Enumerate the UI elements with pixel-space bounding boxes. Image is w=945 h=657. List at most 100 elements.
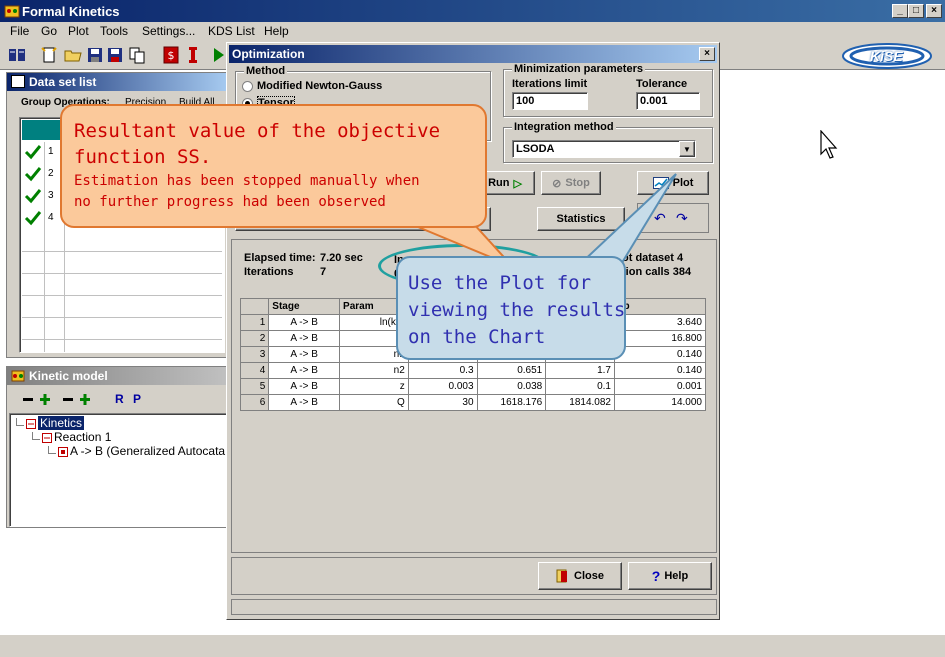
- row-3-number: 3: [48, 190, 54, 201]
- copy-icon[interactable]: [128, 46, 146, 64]
- row-index: 4: [239, 362, 270, 379]
- callout-plot-line1: Use the Plot for: [408, 272, 592, 294]
- svg-text:$: $: [168, 49, 175, 62]
- save-as-icon[interactable]: [106, 46, 124, 64]
- cell-step: 0.140: [613, 346, 707, 363]
- optimization-title-bar: Optimization ×: [229, 45, 717, 63]
- menu-go[interactable]: Go: [41, 24, 57, 38]
- menu-settings[interactable]: Settings...: [142, 24, 195, 38]
- dataset-panel-title: Data set list: [29, 75, 97, 89]
- help-button-label: Help: [664, 570, 689, 582]
- p-button[interactable]: P: [133, 392, 141, 406]
- row-1-check-icon[interactable]: [22, 142, 44, 162]
- cell-step: 0.140: [613, 362, 707, 379]
- iterations-limit-input[interactable]: 100: [512, 92, 588, 110]
- cell-param: Q: [339, 394, 409, 411]
- row-4-check-icon[interactable]: [22, 208, 44, 228]
- row-2-check-icon[interactable]: [22, 164, 44, 184]
- row-3-check-icon[interactable]: [22, 186, 44, 206]
- integration-select[interactable]: LSODA ▼: [512, 140, 696, 158]
- table-row[interactable]: 4 A -> B n2 0.3 0.651 1.7 0.140: [239, 362, 707, 379]
- help-button[interactable]: ? Help: [628, 562, 712, 590]
- run-button-label: Run: [488, 177, 510, 189]
- callout-plot: Use the Plot for viewing the results on …: [396, 256, 626, 360]
- add-icon[interactable]: [37, 393, 53, 405]
- tree-root[interactable]: Kinetics: [38, 416, 85, 430]
- remove-icon[interactable]: [21, 393, 37, 405]
- menu-file[interactable]: File: [10, 24, 29, 38]
- close-dialog-button[interactable]: ×: [699, 47, 715, 61]
- close-app-button[interactable]: ×: [926, 4, 942, 18]
- method-option-newton-label: Modified Newton-Gauss: [257, 80, 383, 92]
- menu-kds-list[interactable]: KDS List: [208, 24, 255, 38]
- method-label: Method: [244, 65, 288, 77]
- kinetic-panel-title: Kinetic model: [29, 369, 108, 383]
- iterations-value: 7: [320, 266, 327, 278]
- cell-stage: A -> B: [268, 314, 341, 331]
- iterations-limit-label: Iterations limit: [512, 78, 588, 90]
- cell-step: 3.640: [613, 314, 707, 331]
- app-icon: [4, 3, 20, 19]
- col-header-stage: Stage: [268, 298, 341, 315]
- method-option-newton[interactable]: Modified Newton-Gauss: [242, 80, 382, 92]
- maximize-button[interactable]: □: [908, 4, 924, 18]
- tree-reaction[interactable]: Reaction 1: [54, 430, 111, 444]
- elapsed-value: 7.20 sec: [320, 252, 363, 264]
- tree-step[interactable]: A -> B (Generalized Autocata: [70, 444, 226, 458]
- cell-stage: A -> B: [268, 362, 341, 379]
- calculator-icon[interactable]: $: [162, 46, 180, 64]
- logo-text: KiSE: [870, 48, 903, 64]
- row-4-number: 4: [48, 212, 54, 223]
- dataset-list-icon[interactable]: [8, 46, 26, 64]
- cell-step: 0.001: [613, 378, 707, 395]
- open-folder-icon[interactable]: [64, 46, 82, 64]
- cell-c5: 1814.082: [545, 394, 615, 411]
- dataset-panel-title-bar: Data set list: [7, 73, 227, 91]
- row-1-number: 1: [48, 146, 54, 157]
- table-row[interactable]: 6 A -> B Q 30 1618.176 1814.082 14.000: [239, 394, 707, 411]
- callout-plot-line2: viewing the results: [408, 299, 626, 321]
- radio-icon: [242, 80, 253, 92]
- callout-plot-line3: on the Chart: [408, 326, 546, 348]
- callout-plot-pointer: [575, 173, 677, 267]
- save-icon[interactable]: [86, 46, 104, 64]
- table-row[interactable]: 5 A -> B z 0.003 0.038 0.1 0.001: [239, 378, 707, 395]
- grid-col-divider: [44, 142, 45, 352]
- integration-group: Integration method LSODA ▼: [503, 121, 713, 163]
- callout-objective-ss: Resultant value of the objective functio…: [60, 104, 487, 228]
- cell-c3: 0.003: [407, 378, 478, 395]
- close-button[interactable]: Close: [538, 562, 622, 590]
- info-icon[interactable]: [184, 46, 202, 64]
- menu-tools[interactable]: Tools: [100, 24, 128, 38]
- cell-c5: 0.1: [545, 378, 615, 395]
- r-button[interactable]: R: [115, 392, 124, 406]
- empty-rows: [22, 230, 222, 350]
- dataset-panel-icon: [11, 75, 25, 88]
- menu-plot[interactable]: Plot: [68, 24, 89, 38]
- cell-stage: A -> B: [268, 394, 341, 411]
- cell-step: 14.000: [613, 394, 707, 411]
- tolerance-input[interactable]: 0.001: [636, 92, 700, 110]
- menu-help[interactable]: Help: [264, 24, 289, 38]
- app-title-bar: Formal Kinetics _ □ ×: [0, 0, 945, 22]
- chevron-down-icon[interactable]: ▼: [679, 141, 695, 157]
- cell-c3: 0.3: [407, 362, 478, 379]
- kinetic-model-panel: Kinetic model R P Kinetics Reaction 1 A …: [6, 366, 228, 528]
- row-index: 5: [239, 378, 270, 395]
- minimize-button[interactable]: _: [892, 4, 908, 18]
- new-icon[interactable]: [40, 46, 58, 64]
- tree-node-icon: [26, 418, 36, 429]
- integration-select-value: LSODA: [516, 143, 555, 155]
- cell-c4: 0.651: [476, 362, 547, 379]
- remove-step-icon[interactable]: [61, 393, 77, 405]
- kinetic-panel-icon: [11, 369, 25, 382]
- add-step-icon[interactable]: [77, 393, 93, 405]
- callout-ss-line3: Estimation has been stopped manually whe…: [74, 173, 420, 189]
- row-index: 3: [239, 346, 270, 363]
- tree-line: [32, 432, 40, 440]
- dialog-button-bar: Close ? Help: [231, 557, 717, 595]
- elapsed-label: Elapsed time:: [244, 252, 316, 264]
- cell-c4: 1618.176: [476, 394, 547, 411]
- callout-ss-line1: Resultant value of the objective: [74, 120, 441, 142]
- mouse-cursor-icon: [820, 129, 840, 162]
